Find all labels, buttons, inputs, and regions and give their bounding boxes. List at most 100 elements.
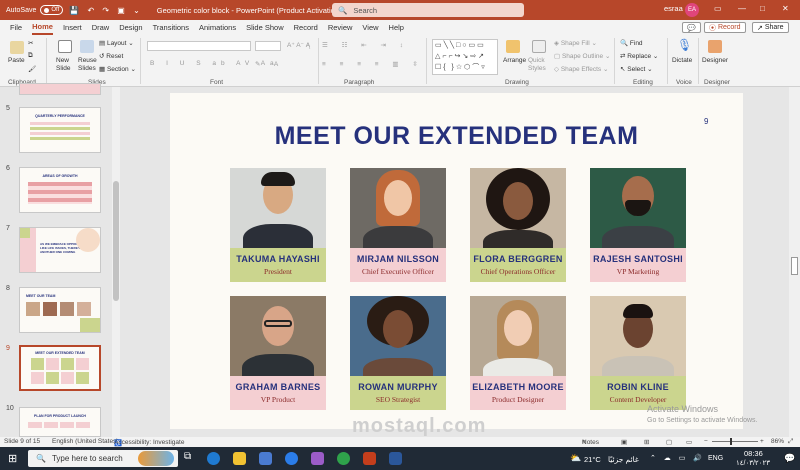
team-card[interactable]: RAJESH SANTOSHI VP Marketing [590, 168, 686, 282]
font-name-input[interactable] [147, 41, 251, 51]
slide[interactable]: MEET OUR EXTENDED TEAM 9 TAKUMA HAYASHI … [170, 93, 743, 429]
task-view-icon[interactable]: ⧉ [184, 451, 191, 462]
normal-view-icon[interactable]: ▣ [621, 438, 627, 446]
autosave-toggle[interactable]: Off [40, 5, 64, 15]
tab-review[interactable]: Review [328, 21, 353, 34]
tab-help[interactable]: Help [389, 21, 404, 34]
copy-icon[interactable]: ⧉ [28, 52, 33, 60]
weather-temperature[interactable]: 21°C [584, 455, 601, 464]
zoom-slider[interactable] [712, 438, 758, 445]
edge-icon[interactable] [207, 452, 220, 465]
tab-view[interactable]: View [362, 21, 378, 34]
record-button[interactable]: ⦿ Record [704, 22, 746, 33]
reuse-slides-icon[interactable] [80, 40, 94, 53]
zoom-in-icon[interactable]: + [760, 438, 764, 445]
fit-to-window-icon[interactable]: ⤢ [788, 438, 793, 446]
system-tray-icons[interactable]: ⌃ ☁ ▭ 🔊 [650, 454, 705, 462]
thumbnail-scrollbar[interactable] [112, 87, 120, 437]
font-size-input[interactable] [255, 41, 281, 51]
scrollbar-thumb[interactable] [791, 257, 798, 275]
search-highlight-icon[interactable] [138, 451, 174, 466]
zoom-out-icon[interactable]: − [704, 438, 708, 445]
thumbnail-slide-7[interactable]: AS WE EMBRACE OPPORTUNITIES LIKE LIFE IS… [19, 227, 101, 273]
tab-home[interactable]: Home [32, 20, 53, 35]
quick-access-toolbar[interactable]: 💾 ↶ ↷ ▣ ⌄ [69, 6, 143, 15]
slide-title[interactable]: MEET OUR EXTENDED TEAM [170, 122, 743, 151]
thumbnail-slide-9[interactable]: MEET OUR EXTENDED TEAM [19, 345, 101, 391]
team-card[interactable]: ELIZABETH MOORE Product Designer [470, 296, 566, 410]
clock-time[interactable]: 08:36 [744, 449, 763, 458]
shape-effects-button[interactable]: ◇ Shape Effects ⌄ [554, 65, 608, 73]
word-icon[interactable] [389, 452, 402, 465]
team-card[interactable]: ROWAN MURPHY SEO Strategist [350, 296, 446, 410]
reuse-slides-button[interactable]: Reuse Slides [78, 57, 100, 73]
shape-outline-button[interactable]: ▢ Shape Outline ⌄ [554, 52, 610, 60]
arrange-button[interactable]: Arrange [503, 57, 526, 64]
new-slide-button[interactable]: New Slide [56, 57, 78, 73]
team-card[interactable]: ROBIN KLINE Content Developer [590, 296, 686, 410]
new-slide-icon[interactable] [58, 40, 72, 53]
format-painter-icon[interactable]: 🖌 [28, 65, 36, 73]
reading-view-icon[interactable]: ▢ [666, 438, 672, 446]
notification-icon[interactable]: 💬 [784, 453, 795, 464]
weather-icon[interactable]: ⛅ [570, 453, 581, 464]
app-icon[interactable] [285, 452, 298, 465]
layout-button[interactable]: ▤ Layout ⌄ [99, 39, 134, 47]
thumbnail-slide-6[interactable]: AREAS OF GROWTH [19, 167, 101, 213]
cut-icon[interactable]: ✂ [28, 39, 33, 47]
quick-styles-icon[interactable] [532, 40, 546, 53]
slideshow-icon[interactable]: ▭ [686, 438, 692, 446]
designer-button[interactable]: Designer [702, 57, 728, 64]
font-size-buttons[interactable]: A⁺ A⁻ Ą [287, 41, 310, 49]
select-button[interactable]: ↖ Select ⌄ [620, 65, 653, 73]
search-box[interactable]: 🔍 Search [332, 3, 524, 17]
scrollbar-thumb[interactable] [113, 181, 119, 301]
keyboard-language[interactable]: ENG [708, 455, 723, 462]
app-icon[interactable] [311, 452, 324, 465]
tab-draw[interactable]: Draw [92, 21, 110, 34]
team-card[interactable]: FLORA BERGGREN Chief Operations Officer [470, 168, 566, 282]
clock-date[interactable]: ١٤/٠٣/٢٠٢٣ [736, 459, 770, 467]
replace-button[interactable]: ⇄ Replace ⌄ [620, 52, 658, 60]
tab-slide-show[interactable]: Slide Show [246, 21, 284, 34]
thumbnail-slide-10[interactable]: PLAN FOR PRODUCT LAUNCH [19, 407, 101, 437]
tab-insert[interactable]: Insert [63, 21, 82, 34]
list-buttons[interactable]: ☰ ☷ ⇤ ⇥ ↕ [322, 41, 409, 49]
tab-file[interactable]: File [10, 21, 22, 34]
store-icon[interactable] [259, 452, 272, 465]
tab-record[interactable]: Record [294, 21, 318, 34]
comments-button[interactable]: 💬 [682, 22, 701, 33]
designer-icon[interactable] [708, 40, 722, 53]
slide-scrollbar[interactable] [789, 87, 800, 437]
arrange-icon[interactable] [506, 40, 520, 53]
thumbnail-slide-5[interactable]: QUARTERLY PERFORMANCE [19, 107, 101, 153]
quick-styles-button[interactable]: Quick Styles [528, 57, 550, 73]
file-explorer-icon[interactable] [233, 452, 246, 465]
shape-fill-button[interactable]: ◈ Shape Fill ⌄ [554, 39, 597, 47]
team-card[interactable]: TAKUMA HAYASHI President [230, 168, 326, 282]
thumbnail-slide-8[interactable]: MEET OUR TEAM [19, 287, 101, 333]
section-button[interactable]: ▦ Section ⌄ [99, 65, 136, 73]
tab-design[interactable]: Design [119, 21, 142, 34]
shapes-gallery[interactable]: ▭╲╲□○▭▭ △⌐⌐↪↘⇨↗ ☐{ }☆⬡⌒▿ [432, 39, 498, 75]
weather-description[interactable]: غائم جزئيًا [608, 455, 639, 464]
avatar[interactable]: EA [685, 3, 699, 17]
zoom-level[interactable]: 86% [771, 438, 784, 445]
maximize-icon[interactable]: □ [760, 4, 765, 13]
language-indicator[interactable]: English (United States) [52, 438, 118, 445]
tab-transitions[interactable]: Transitions [153, 21, 189, 34]
share-button[interactable]: ↗ Share [752, 22, 789, 33]
ribbon-display-icon[interactable]: ▭ [714, 4, 722, 13]
minimize-icon[interactable]: — [738, 4, 746, 13]
windows-start-icon[interactable]: ⊞ [8, 452, 17, 465]
slide-sorter-icon[interactable]: ⊞ [644, 438, 649, 446]
chrome-icon[interactable] [337, 452, 350, 465]
paste-icon[interactable] [10, 41, 24, 54]
microphone-icon[interactable]: 🎙 [677, 38, 692, 52]
paste-button[interactable]: Paste [8, 57, 25, 64]
thumbnail-slide-4[interactable] [19, 83, 101, 95]
team-card[interactable]: GRAHAM BARNES VP Product [230, 296, 326, 410]
powerpoint-icon[interactable] [363, 452, 376, 465]
find-button[interactable]: 🔍 Find [620, 39, 643, 47]
team-card[interactable]: MIRJAM NILSSON Chief Executive Officer [350, 168, 446, 282]
